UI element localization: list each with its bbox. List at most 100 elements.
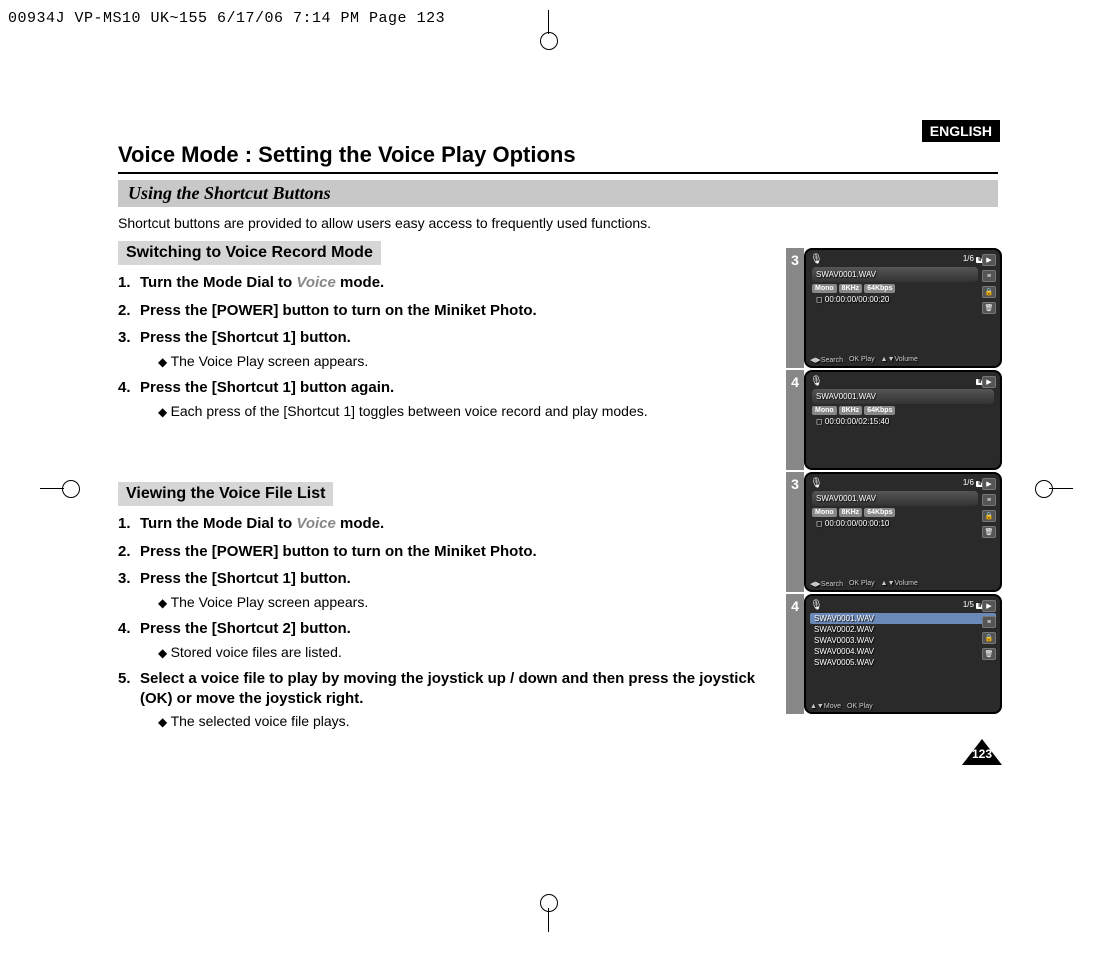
trash-icon: 🗑 bbox=[982, 648, 996, 660]
lock-icon: 🔒 bbox=[982, 632, 996, 644]
screen-step-number: 4 bbox=[786, 370, 804, 470]
crop-mark-left-icon bbox=[48, 470, 88, 510]
screen-row-2: 4 ▶ 🎙 IN ▭ SWAV0001.WAV Mono 8KHz 64Kbps… bbox=[786, 370, 1002, 470]
play-icon: ▶ bbox=[982, 600, 996, 612]
list-icon: ≡ bbox=[982, 616, 996, 628]
step-text: Press the [Shortcut 1] button. bbox=[140, 570, 351, 587]
intro-text: Shortcut buttons are provided to allow u… bbox=[118, 215, 998, 231]
screen-timecode: ◻ 00:00:00/00:00:20 bbox=[816, 295, 994, 304]
step-b-4-sub: Stored voice files are listed. bbox=[158, 643, 768, 662]
step-a-1: Turn the Mode Dial to Voice mode. bbox=[118, 273, 768, 293]
tag-mono: Mono bbox=[812, 406, 837, 415]
timecode-value: 00:00:00/02:15:40 bbox=[825, 417, 890, 426]
trash-icon: 🗑 bbox=[982, 302, 996, 314]
page-number-badge: 123 bbox=[962, 739, 1002, 765]
timecode-value: 00:00:00/00:00:10 bbox=[825, 519, 890, 528]
screen-top-bar: 🎙 1/6 IN ▭ bbox=[810, 254, 996, 265]
screen-filename: SWAV0001.WAV bbox=[812, 389, 994, 404]
voice-word: Voice bbox=[296, 274, 335, 291]
hint-search: ◀▶Search bbox=[810, 356, 843, 364]
step-a-3: Press the [Shortcut 1] button. The Voice… bbox=[118, 328, 768, 370]
crop-mark-top-icon bbox=[530, 18, 570, 58]
step-b-5-sub: The selected voice file plays. bbox=[158, 712, 768, 731]
file-counter: 1/6 bbox=[963, 478, 974, 487]
play-icon: ▶ bbox=[982, 376, 996, 388]
screen-step-number: 4 bbox=[786, 594, 804, 714]
page-number: 123 bbox=[972, 747, 992, 761]
screen-top-bar: 🎙 1/6 IN ▭ bbox=[810, 478, 996, 489]
screen-row-4: 4 ▶ ≡ 🔒 🗑 🎙 1/5 IN ▭ SWAV0001.WAV SWAV00… bbox=[786, 594, 1002, 714]
section-subtitle: Using the Shortcut Buttons bbox=[118, 180, 998, 207]
screen-hint-bar: ◀▶Search OK Play ▲▼Volume bbox=[810, 356, 996, 364]
screen-2: ▶ 🎙 IN ▭ SWAV0001.WAV Mono 8KHz 64Kbps ◻… bbox=[804, 370, 1002, 470]
tag-mono: Mono bbox=[812, 284, 837, 293]
step-b-3: Press the [Shortcut 1] button. The Voice… bbox=[118, 569, 768, 611]
step-text: Press the [Shortcut 2] button. bbox=[140, 620, 351, 637]
file-list-item: SWAV0004.WAV bbox=[810, 646, 996, 657]
play-icon: ▶ bbox=[982, 254, 996, 266]
mic-icon: 🎙 bbox=[810, 254, 823, 265]
screen-timecode: ◻ 00:00:00/00:00:10 bbox=[816, 519, 994, 528]
lock-icon: 🔒 bbox=[982, 510, 996, 522]
hint-move: ▲▼Move bbox=[810, 703, 841, 710]
step-b-2: Press the [POWER] button to turn on the … bbox=[118, 542, 768, 562]
hint-volume: ▲▼Volume bbox=[881, 580, 918, 588]
screen-tags: Mono 8KHz 64Kbps bbox=[812, 406, 994, 415]
steps-a-list: Turn the Mode Dial to Voice mode. Press … bbox=[118, 273, 768, 420]
hint-volume: ▲▼Volume bbox=[881, 356, 918, 364]
list-icon: ≡ bbox=[982, 494, 996, 506]
step-a-2: Press the [POWER] button to turn on the … bbox=[118, 301, 768, 321]
tag-kbps: 64Kbps bbox=[864, 406, 895, 415]
screen-hint-bar: ◀▶Search OK Play ▲▼Volume bbox=[810, 580, 996, 588]
step-text: Turn the Mode Dial to bbox=[140, 274, 296, 291]
hint-play: OK Play bbox=[849, 356, 875, 364]
step-b-3-sub: The Voice Play screen appears. bbox=[158, 593, 768, 612]
screen-top-bar: 🎙 IN ▭ bbox=[810, 376, 996, 387]
step-a-3-sub: The Voice Play screen appears. bbox=[158, 352, 768, 371]
step-a-4: Press the [Shortcut 1] button again. Eac… bbox=[118, 378, 768, 420]
screen-tags: Mono 8KHz 64Kbps bbox=[812, 284, 978, 293]
file-list-item: SWAV0003.WAV bbox=[810, 635, 996, 646]
screen-illustrations: 3 ▶ ≡ 🔒 🗑 🎙 1/6 IN ▭ SWAV0001.WAV Mono 8… bbox=[786, 248, 1002, 716]
file-list-item-selected: SWAV0001.WAV bbox=[810, 613, 996, 624]
tag-kbps: 64Kbps bbox=[864, 508, 895, 517]
tag-khz: 8KHz bbox=[839, 508, 863, 517]
file-list-item: SWAV0005.WAV bbox=[810, 657, 996, 668]
lock-icon: 🔒 bbox=[982, 286, 996, 298]
screen-tags: Mono 8KHz 64Kbps bbox=[812, 508, 978, 517]
step-a-4-sub: Each press of the [Shortcut 1] toggles b… bbox=[158, 402, 768, 421]
timecode-value: 00:00:00/00:00:20 bbox=[825, 295, 890, 304]
mic-icon: 🎙 bbox=[810, 600, 823, 611]
hint-search: ◀▶Search bbox=[810, 580, 843, 588]
screen-row-3: 3 ▶ ≡ 🔒 🗑 🎙 1/6 IN ▭ SWAV0001.WAV Mono 8… bbox=[786, 472, 1002, 592]
step-b-1: Turn the Mode Dial to Voice mode. bbox=[118, 514, 768, 534]
tag-kbps: 64Kbps bbox=[864, 284, 895, 293]
step-text: Turn the Mode Dial to bbox=[140, 515, 296, 532]
step-text: mode. bbox=[336, 274, 384, 291]
screen-side-icons: ▶ bbox=[982, 376, 996, 388]
tag-khz: 8KHz bbox=[839, 406, 863, 415]
steps-b-list: Turn the Mode Dial to Voice mode. Press … bbox=[118, 514, 768, 731]
section-b-heading: Viewing the Voice File List bbox=[118, 482, 333, 506]
mic-icon: 🎙 bbox=[810, 478, 823, 489]
tag-mono: Mono bbox=[812, 508, 837, 517]
hint-play: OK Play bbox=[849, 580, 875, 588]
step-text: Press the [Shortcut 1] button. bbox=[140, 329, 351, 346]
title-underline bbox=[118, 172, 998, 174]
tag-khz: 8KHz bbox=[839, 284, 863, 293]
hint-play: OK Play bbox=[847, 703, 873, 710]
screen-top-bar: 🎙 1/5 IN ▭ bbox=[810, 600, 996, 611]
screen-side-icons: ▶ ≡ 🔒 🗑 bbox=[982, 254, 996, 314]
page-content: ENGLISH Voice Mode : Setting the Voice P… bbox=[118, 120, 998, 739]
screen-step-number: 3 bbox=[786, 248, 804, 368]
page-title: Voice Mode : Setting the Voice Play Opti… bbox=[118, 142, 998, 168]
step-b-5: Select a voice file to play by moving th… bbox=[118, 669, 768, 731]
screen-timecode: ◻ 00:00:00/02:15:40 bbox=[816, 417, 994, 426]
step-text: Select a voice file to play by moving th… bbox=[140, 670, 755, 707]
file-counter: 1/5 bbox=[963, 600, 974, 609]
step-b-4: Press the [Shortcut 2] button. Stored vo… bbox=[118, 619, 768, 661]
file-list-item: SWAV0002.WAV bbox=[810, 624, 996, 635]
voice-word: Voice bbox=[296, 515, 335, 532]
trash-icon: 🗑 bbox=[982, 526, 996, 538]
section-a-heading: Switching to Voice Record Mode bbox=[118, 241, 381, 265]
